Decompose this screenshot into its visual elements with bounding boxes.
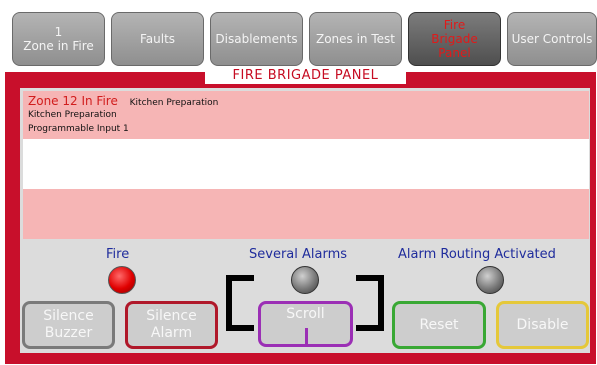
event-line-3: Programmable Input 1 [28, 124, 129, 134]
event-row[interactable]: Zone 12 In Fire Kitchen Preparation Kitc… [23, 91, 589, 139]
silence-alarm-button[interactable]: Silence Alarm [125, 301, 218, 349]
scroll-button[interactable]: Scroll [258, 301, 353, 347]
panel-title: FIRE BRIGADE PANEL [205, 67, 406, 84]
tab-zone-in-fire[interactable]: 1 Zone in Fire [12, 12, 105, 66]
alarm-routing-label: Alarm Routing Activated [398, 247, 556, 262]
event-row-empty[interactable] [23, 189, 589, 239]
event-zone: Zone 12 In Fire [28, 94, 118, 108]
fire-indicator-label: Fire [106, 247, 130, 262]
tab-faults[interactable]: Faults [111, 12, 204, 66]
reset-button[interactable]: Reset [392, 301, 486, 349]
silence-buzzer-button[interactable]: Silence Buzzer [22, 301, 115, 349]
tab-user-controls[interactable]: User Controls [507, 12, 597, 66]
event-line-2: Kitchen Preparation [28, 110, 117, 120]
tab-zones-in-test[interactable]: Zones in Test [309, 12, 402, 66]
scroll-label: Scroll [286, 306, 325, 322]
fire-led-icon [108, 266, 136, 294]
disable-button[interactable]: Disable [496, 301, 589, 349]
tab-fire-brigade-panel[interactable]: Fire Brigade Panel [408, 12, 501, 66]
alarm-routing-led-icon [476, 266, 504, 294]
several-alarms-label: Several Alarms [249, 247, 348, 262]
several-alarms-led-icon [291, 266, 319, 294]
scroll-divider [305, 328, 308, 347]
tab-disablements[interactable]: Disablements [210, 12, 303, 66]
event-row-empty[interactable] [23, 139, 589, 189]
event-description: Kitchen Preparation [129, 98, 219, 108]
top-tab-bar: 1 Zone in Fire Faults Disablements Zones… [0, 0, 597, 72]
